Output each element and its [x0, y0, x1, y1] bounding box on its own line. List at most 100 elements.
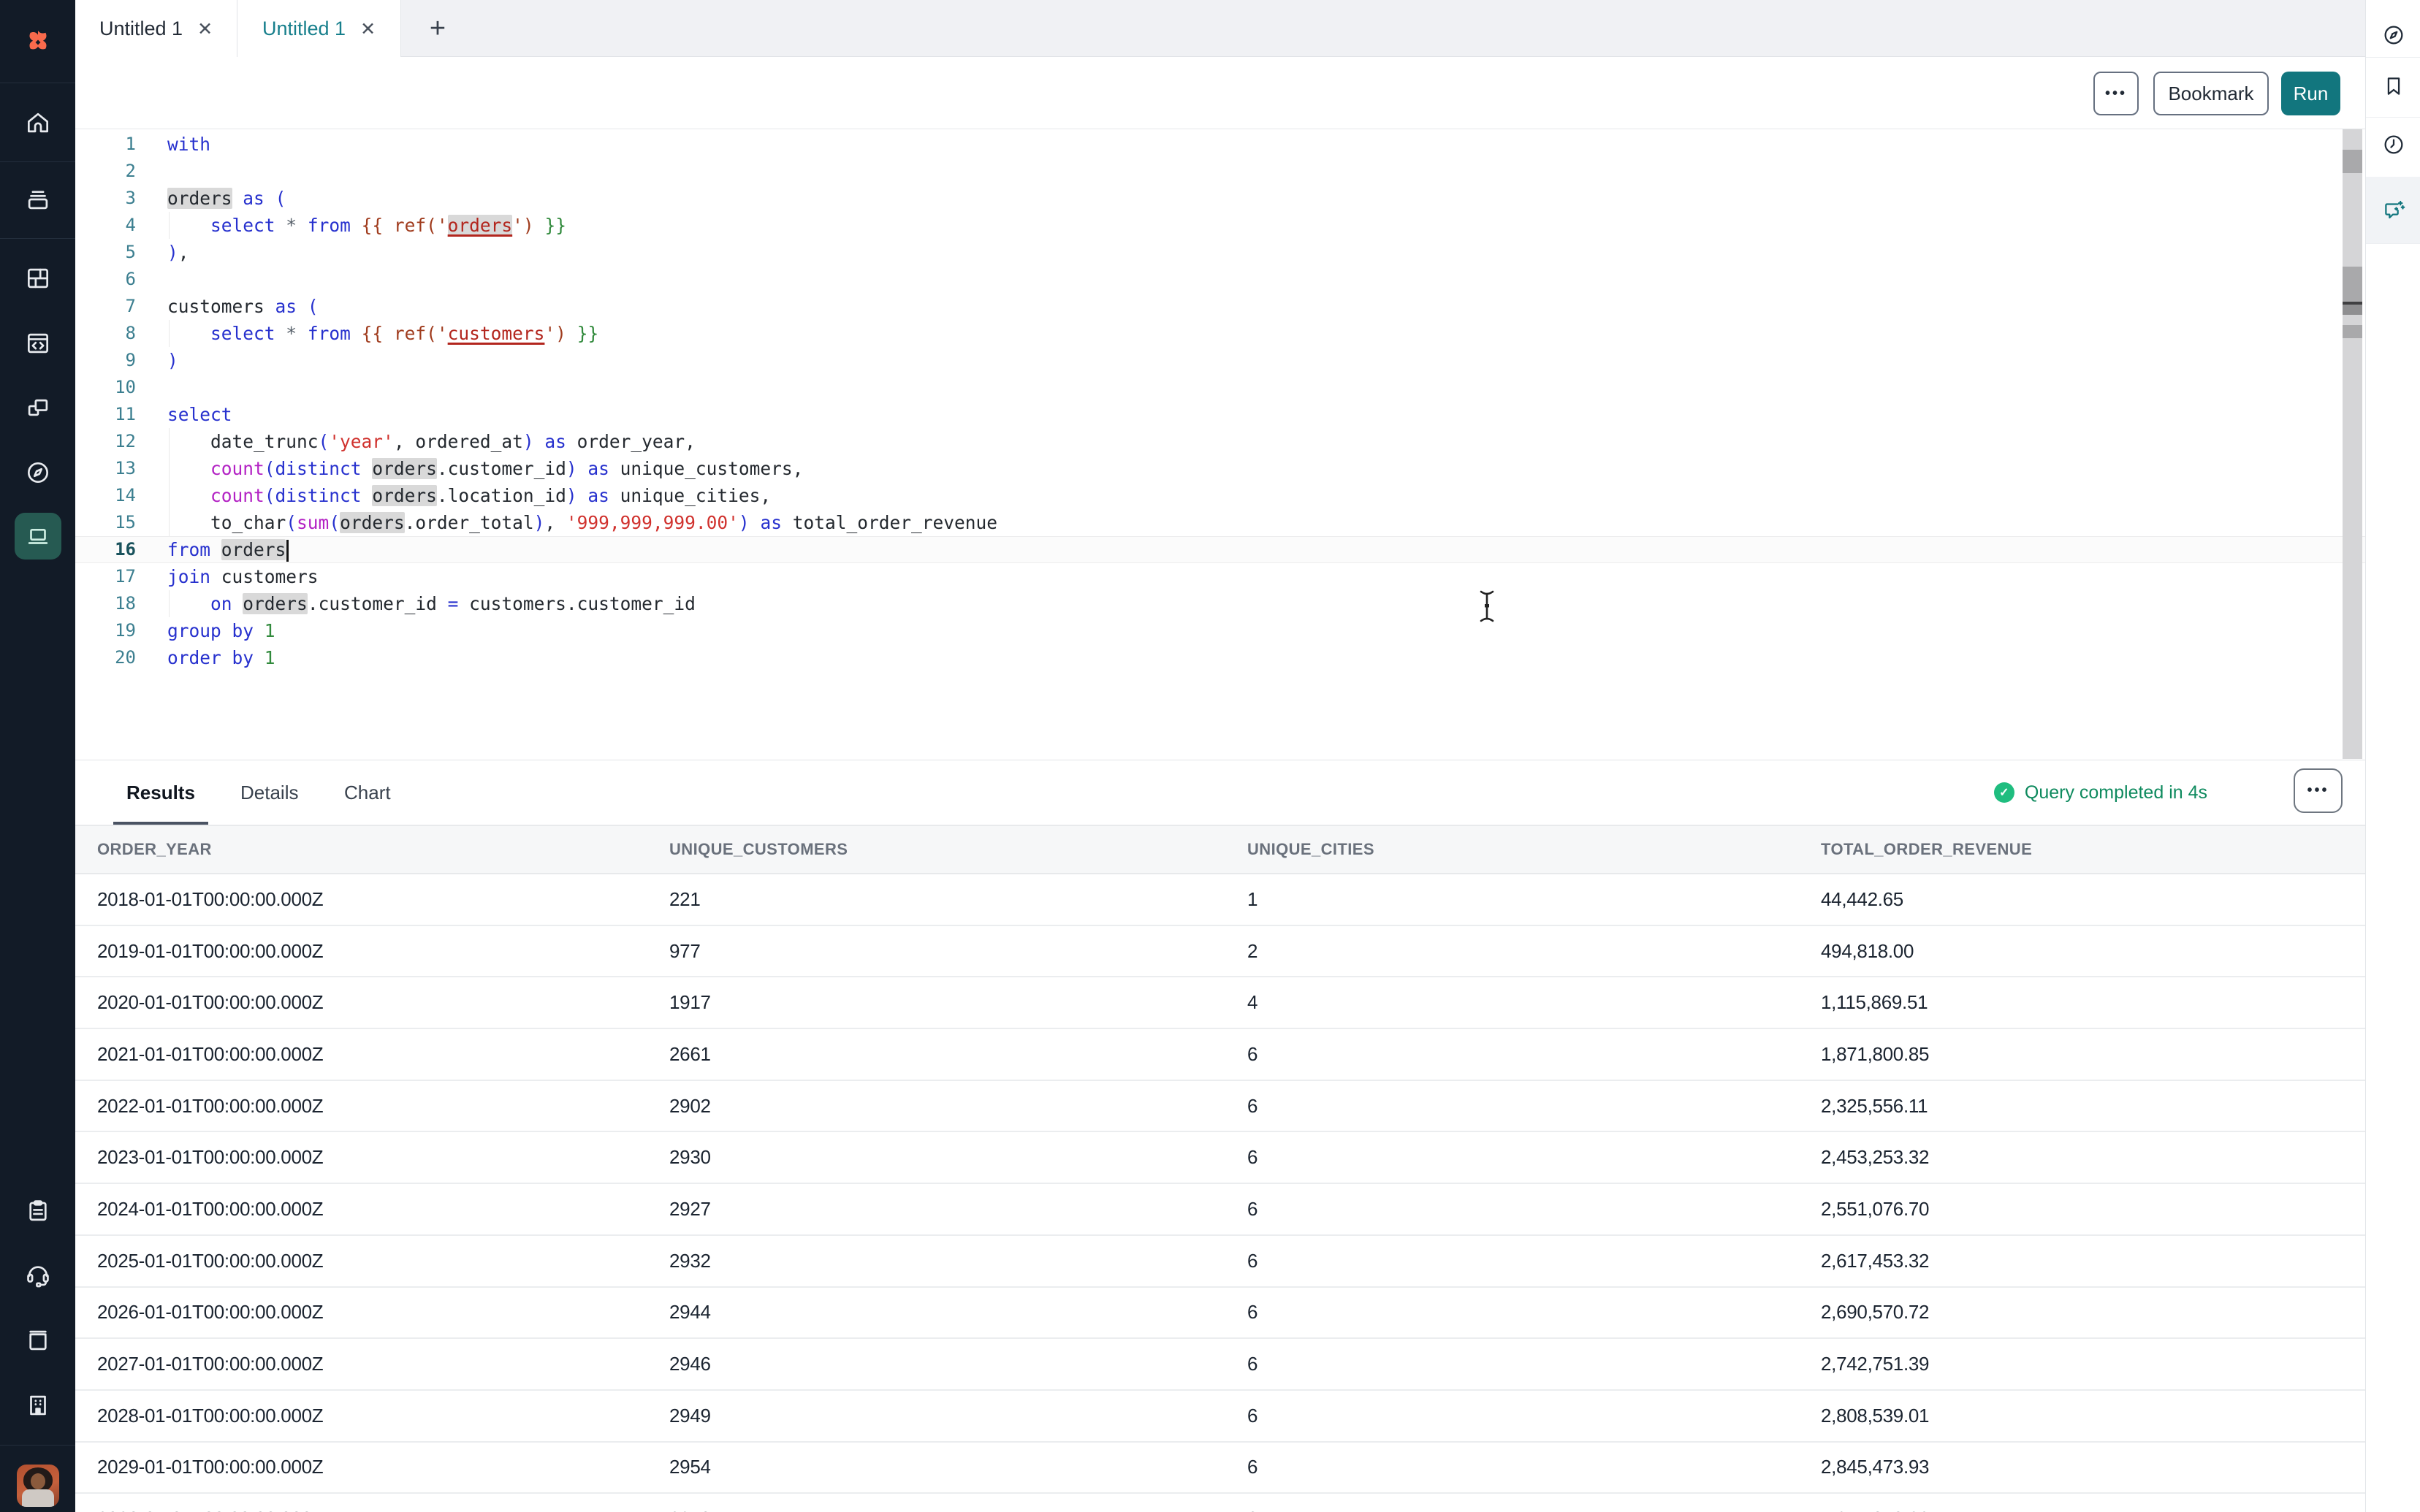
editor-line[interactable]: 3orders as (: [75, 185, 2365, 212]
table-cell[interactable]: 1,841,049.32: [1799, 1508, 2365, 1512]
sidebar-item-terminal[interactable]: [0, 511, 75, 562]
sidebar-item-organization[interactable]: [0, 1380, 75, 1431]
table-cell[interactable]: 2,551,076.70: [1799, 1198, 2365, 1221]
table-row[interactable]: 2018-01-01T00:00:00.000Z221144,442.65: [75, 874, 2365, 926]
table-cell[interactable]: 2020-01-01T00:00:00.000Z: [75, 991, 647, 1014]
table-cell[interactable]: 2023-01-01T00:00:00.000Z: [75, 1146, 647, 1169]
sidebar-item-apps[interactable]: [0, 383, 75, 435]
editor-line[interactable]: 12 date_trunc('year', ordered_at) as ord…: [75, 428, 2365, 455]
sidebar-item-code[interactable]: [0, 318, 75, 369]
table-cell[interactable]: 6: [1225, 1508, 1799, 1512]
table-cell[interactable]: 44,442.65: [1799, 888, 2365, 911]
table-row[interactable]: 2027-01-01T00:00:00.000Z294662,742,751.3…: [75, 1339, 2365, 1391]
panel-item-explore[interactable]: [2366, 13, 2420, 57]
sidebar-item-support[interactable]: [0, 1249, 75, 1300]
new-tab-button[interactable]: +: [416, 0, 460, 57]
editor-line[interactable]: 7customers as (: [75, 293, 2365, 320]
editor-line[interactable]: 6: [75, 266, 2365, 293]
table-cell[interactable]: 221: [647, 888, 1225, 911]
table-cell[interactable]: 2022-01-01T00:00:00.000Z: [75, 1095, 647, 1118]
table-cell[interactable]: 2026-01-01T00:00:00.000Z: [75, 1301, 647, 1324]
table-cell[interactable]: 2944: [647, 1301, 1225, 1324]
editor-line[interactable]: 20order by 1: [75, 644, 2365, 671]
editor-line[interactable]: 8 select * from {{ ref('customers') }}: [75, 320, 2365, 347]
table-cell[interactable]: 2029-01-01T00:00:00.000Z: [75, 1456, 647, 1478]
editor-line[interactable]: 14 count(distinct orders.location_id) as…: [75, 482, 2365, 509]
table-row[interactable]: 2025-01-01T00:00:00.000Z293262,617,453.3…: [75, 1236, 2365, 1288]
table-row[interactable]: 2026-01-01T00:00:00.000Z294462,690,570.7…: [75, 1288, 2365, 1340]
table-cell[interactable]: 6: [1225, 1353, 1799, 1375]
table-row[interactable]: 2028-01-01T00:00:00.000Z294962,808,539.0…: [75, 1391, 2365, 1443]
table-cell[interactable]: 2024-01-01T00:00:00.000Z: [75, 1198, 647, 1221]
table-cell[interactable]: 1,115,869.51: [1799, 991, 2365, 1014]
table-cell[interactable]: 2,742,751.39: [1799, 1353, 2365, 1375]
table-row[interactable]: 2020-01-01T00:00:00.000Z191741,115,869.5…: [75, 977, 2365, 1029]
editor-line[interactable]: 5),: [75, 239, 2365, 266]
column-header-unique-cities[interactable]: UNIQUE_CITIES: [1225, 840, 1799, 859]
table-cell[interactable]: 6: [1225, 1301, 1799, 1324]
user-avatar[interactable]: [17, 1465, 59, 1507]
sql-editor[interactable]: 1with23orders as (4 select * from {{ ref…: [75, 129, 2365, 760]
table-cell[interactable]: 2932: [647, 1250, 1225, 1272]
table-cell[interactable]: 2879: [647, 1508, 1225, 1512]
column-header-order-year[interactable]: ORDER_YEAR: [75, 840, 647, 859]
table-cell[interactable]: 2,690,570.72: [1799, 1301, 2365, 1324]
table-row[interactable]: 2021-01-01T00:00:00.000Z266161,871,800.8…: [75, 1029, 2365, 1081]
table-cell[interactable]: 2,325,556.11: [1799, 1095, 2365, 1118]
tab-details[interactable]: Details: [237, 760, 301, 825]
table-cell[interactable]: 6: [1225, 1456, 1799, 1478]
sidebar-item-docs[interactable]: [0, 1315, 75, 1366]
table-row[interactable]: 2023-01-01T00:00:00.000Z293062,453,253.3…: [75, 1132, 2365, 1184]
tab-results[interactable]: Results: [123, 760, 198, 825]
table-cell[interactable]: 2: [1225, 940, 1799, 963]
table-cell[interactable]: 2030-01-01T00:00:00.000Z: [75, 1508, 647, 1512]
more-options-button[interactable]: •••: [2093, 72, 2139, 115]
table-cell[interactable]: 2946: [647, 1353, 1225, 1375]
table-cell[interactable]: 2954: [647, 1456, 1225, 1478]
sidebar-item-projects[interactable]: [0, 174, 75, 225]
editor-line[interactable]: 19group by 1: [75, 617, 2365, 644]
column-header-unique-customers[interactable]: UNIQUE_CUSTOMERS: [647, 840, 1225, 859]
sidebar-item-dashboards[interactable]: [0, 253, 75, 304]
table-cell[interactable]: 2027-01-01T00:00:00.000Z: [75, 1353, 647, 1375]
sidebar-item-explore[interactable]: [0, 447, 75, 498]
editor-scrollbar[interactable]: [2343, 129, 2362, 759]
table-cell[interactable]: 2028-01-01T00:00:00.000Z: [75, 1405, 647, 1427]
table-cell[interactable]: 2,845,473.93: [1799, 1456, 2365, 1478]
table-cell[interactable]: 2949: [647, 1405, 1225, 1427]
panel-item-history[interactable]: [2366, 123, 2420, 167]
table-cell[interactable]: 2,808,539.01: [1799, 1405, 2365, 1427]
results-more-button[interactable]: •••: [2294, 768, 2343, 813]
run-button[interactable]: Run: [2281, 72, 2340, 115]
table-cell[interactable]: 6: [1225, 1146, 1799, 1169]
panel-item-bookmarks[interactable]: [2366, 64, 2420, 108]
editor-line[interactable]: 2: [75, 158, 2365, 185]
table-cell[interactable]: 2019-01-01T00:00:00.000Z: [75, 940, 647, 963]
tab-untitled-2[interactable]: Untitled 1 ✕: [237, 0, 401, 57]
table-cell[interactable]: 2025-01-01T00:00:00.000Z: [75, 1250, 647, 1272]
table-cell[interactable]: 1: [1225, 888, 1799, 911]
table-cell[interactable]: 2018-01-01T00:00:00.000Z: [75, 888, 647, 911]
table-cell[interactable]: 977: [647, 940, 1225, 963]
editor-line[interactable]: 13 count(distinct orders.customer_id) as…: [75, 455, 2365, 482]
bookmark-button[interactable]: Bookmark: [2153, 72, 2269, 115]
column-header-total-order-revenue[interactable]: TOTAL_ORDER_REVENUE: [1799, 840, 2365, 859]
table-row[interactable]: 2024-01-01T00:00:00.000Z292762,551,076.7…: [75, 1184, 2365, 1236]
editor-line[interactable]: 9): [75, 347, 2365, 374]
sidebar-item-home[interactable]: [0, 97, 75, 148]
table-cell[interactable]: 494,818.00: [1799, 940, 2365, 963]
editor-line[interactable]: 15 to_char(sum(orders.order_total), '999…: [75, 509, 2365, 536]
table-cell[interactable]: 2021-01-01T00:00:00.000Z: [75, 1043, 647, 1066]
close-icon[interactable]: ✕: [197, 18, 213, 39]
app-logo[interactable]: [0, 15, 75, 70]
sidebar-item-clipboard[interactable]: [0, 1185, 75, 1237]
table-cell[interactable]: 6: [1225, 1043, 1799, 1066]
table-row[interactable]: 2029-01-01T00:00:00.000Z295462,845,473.9…: [75, 1443, 2365, 1494]
editor-line[interactable]: 17join customers: [75, 563, 2365, 590]
panel-item-ai-chat[interactable]: [2366, 188, 2420, 232]
table-cell[interactable]: 1917: [647, 991, 1225, 1014]
table-row[interactable]: 2019-01-01T00:00:00.000Z9772494,818.00: [75, 926, 2365, 978]
editor-line[interactable]: 1with: [75, 131, 2365, 158]
table-cell[interactable]: 2,617,453.32: [1799, 1250, 2365, 1272]
table-cell[interactable]: 2902: [647, 1095, 1225, 1118]
